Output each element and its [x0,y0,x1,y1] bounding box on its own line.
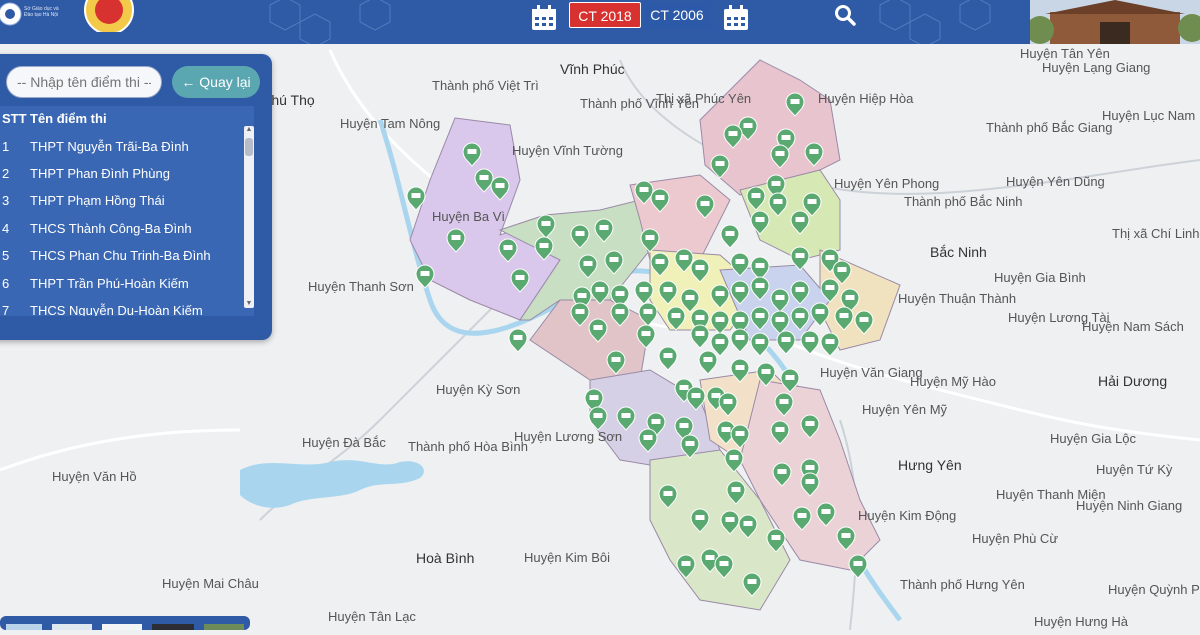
map-label: Huyện Đà Bắc [302,435,386,450]
map-label: Thành phố Bắc Giang [986,120,1112,135]
logo-text: Sở Giáo dục và Đào tạo Hà Nội [24,6,59,18]
back-button[interactable]: ← Quay lại [172,66,260,98]
scroll-thumb[interactable] [245,138,253,156]
scroll-up-icon[interactable]: ▲ [245,126,253,134]
map-label: Thành phố Hòa Bình [408,439,528,454]
map-label: Huyện Mỹ Hào [910,374,996,389]
search-icon[interactable] [834,4,856,26]
map-label: Huyện Tam Nông [340,116,440,131]
map-label: Huyện Ninh Giang [1076,498,1182,513]
map-label: Huyện Tân Lạc [328,609,416,624]
exam-site-table: STT Tên điểm thi 1 THPT Nguyễn Trãi-Ba Đì… [0,106,254,316]
map-label: Hải Dương [1098,373,1167,389]
top-header-bar: Sở Giáo dục và Đào tạo Hà Nội CT 2018 CT… [0,0,1200,44]
map-label: Huyện Phù Cừ [972,531,1058,546]
row-stt: 7 [2,303,10,316]
basemap-option [102,624,142,632]
table-row[interactable]: 4 THCS Thành Công-Ba Đình [0,216,242,242]
map-label: Thị xã Phúc Yên [656,91,751,106]
row-name: THPT Phạm Hồng Thái [30,193,165,208]
row-name: THPT Phan Đình Phùng [30,166,170,181]
map-label: Huyện Kim Bôi [524,550,610,565]
map-label: Huyện Gia Bình [994,270,1086,285]
scroll-down-icon[interactable]: ▼ [245,300,253,308]
column-header-name: Tên điểm thi [30,111,107,126]
map-label: Thành phố Bắc Ninh [904,194,1023,209]
calendar-icon[interactable] [530,4,558,32]
table-row[interactable]: 1 THPT Nguyễn Trãi-Ba Đình [0,134,242,160]
map-label: Huyện Lương Sơn [514,429,622,444]
map-label: Bắc Ninh [930,244,987,260]
basemap-switcher [0,616,250,632]
row-name: THCS Nguyễn Du-Hoàn Kiếm [30,303,203,316]
map-label: Huyện Gia Lộc [1050,431,1136,446]
map-label: Huyện Yên Phong [834,176,939,191]
map-label: Huyện Lạng Giang [1042,60,1150,75]
row-name: THPT Trần Phú-Hoàn Kiếm [30,276,189,291]
basemap-option [152,624,194,632]
map-label: Huyện Kim Động [858,508,956,523]
tab-ct-2006[interactable]: CT 2006 [644,2,710,28]
table-scrollbar[interactable]: ▲ ▼ [244,126,254,308]
column-header-stt: STT [2,111,27,126]
map-label: Huyện Vĩnh Tường [512,143,623,158]
map-label: Hưng Yên [898,457,962,473]
back-button-label: Quay lại [199,74,251,90]
map-label: Hoà Bình [416,550,474,566]
row-stt: 6 [2,276,10,291]
basemap-option [52,624,92,632]
row-stt: 4 [2,221,10,236]
calendar-icon[interactable] [722,4,750,32]
row-stt: 2 [2,166,10,181]
map-label: Huyện Ba Vì [432,209,505,224]
temple-photo-thumbnail [1026,0,1200,44]
exam-site-panel: ← Quay lại STT Tên điểm thi 1 THPT Nguyễn… [0,54,272,340]
map-label: Huyện Yên Dũng [1006,174,1105,189]
table-row[interactable]: 6 THPT Trần Phú-Hoàn Kiếm [0,271,242,297]
row-name: THPT Nguyễn Trãi-Ba Đình [30,139,189,154]
map-label: Thành phố Việt Trì [432,78,539,93]
row-stt: 5 [2,248,10,263]
map-label: Huyện Hiệp Hòa [818,91,914,106]
table-row[interactable]: 7 THCS Nguyễn Du-Hoàn Kiếm [0,298,242,316]
map-label: Huyện Kỳ Sơn [436,382,520,397]
row-stt: 3 [2,193,10,208]
map-label: Huyện Nam Sách [1082,319,1184,334]
map-label: Huyện Quỳnh Phụ [1108,582,1200,597]
exam-site-search-input[interactable] [6,66,162,98]
map-label: Vĩnh Phúc [560,61,625,77]
map-label: Huyện Yên Mỹ [862,402,948,417]
row-stt: 1 [2,139,10,154]
row-name: THCS Thành Công-Ba Đình [30,221,192,236]
table-header-row: STT Tên điểm thi [0,106,242,132]
map-label: Huyện Thuận Thành [898,291,1016,306]
exam-emblem-logo [74,0,144,35]
row-name: THCS Phan Chu Trinh-Ba Đình [30,248,211,263]
map-label: Huyện Thanh Sơn [308,279,414,294]
map-label: Huyện Tân Yên [1020,46,1110,61]
map-label: Thành phố Hưng Yên [900,577,1025,592]
basemap-option [6,624,42,632]
arrow-left-icon: ← [181,74,196,90]
basemap-option [204,624,244,632]
map-label: Huyện Hưng Hà [1034,614,1129,629]
map-label: Huyện Tứ Kỳ [1096,462,1173,477]
table-row[interactable]: 5 THCS Phan Chu Trinh-Ba Đình [0,243,242,269]
table-row[interactable]: 3 THPT Phạm Hồng Thái [0,188,242,214]
tab-ct-2018[interactable]: CT 2018 [569,2,641,28]
map-label: Huyện Văn Hồ [52,469,137,484]
map-label: Thị xã Chí Linh [1112,226,1199,241]
map-label: Huyện Văn Giang [820,365,923,380]
table-row[interactable]: 2 THPT Phan Đình Phùng [0,161,242,187]
map-label: Huyện Mai Châu [162,576,259,591]
department-logo: Sở Giáo dục và Đào tạo Hà Nội [0,0,72,32]
map-label: Huyện Lục Nam [1102,108,1195,123]
